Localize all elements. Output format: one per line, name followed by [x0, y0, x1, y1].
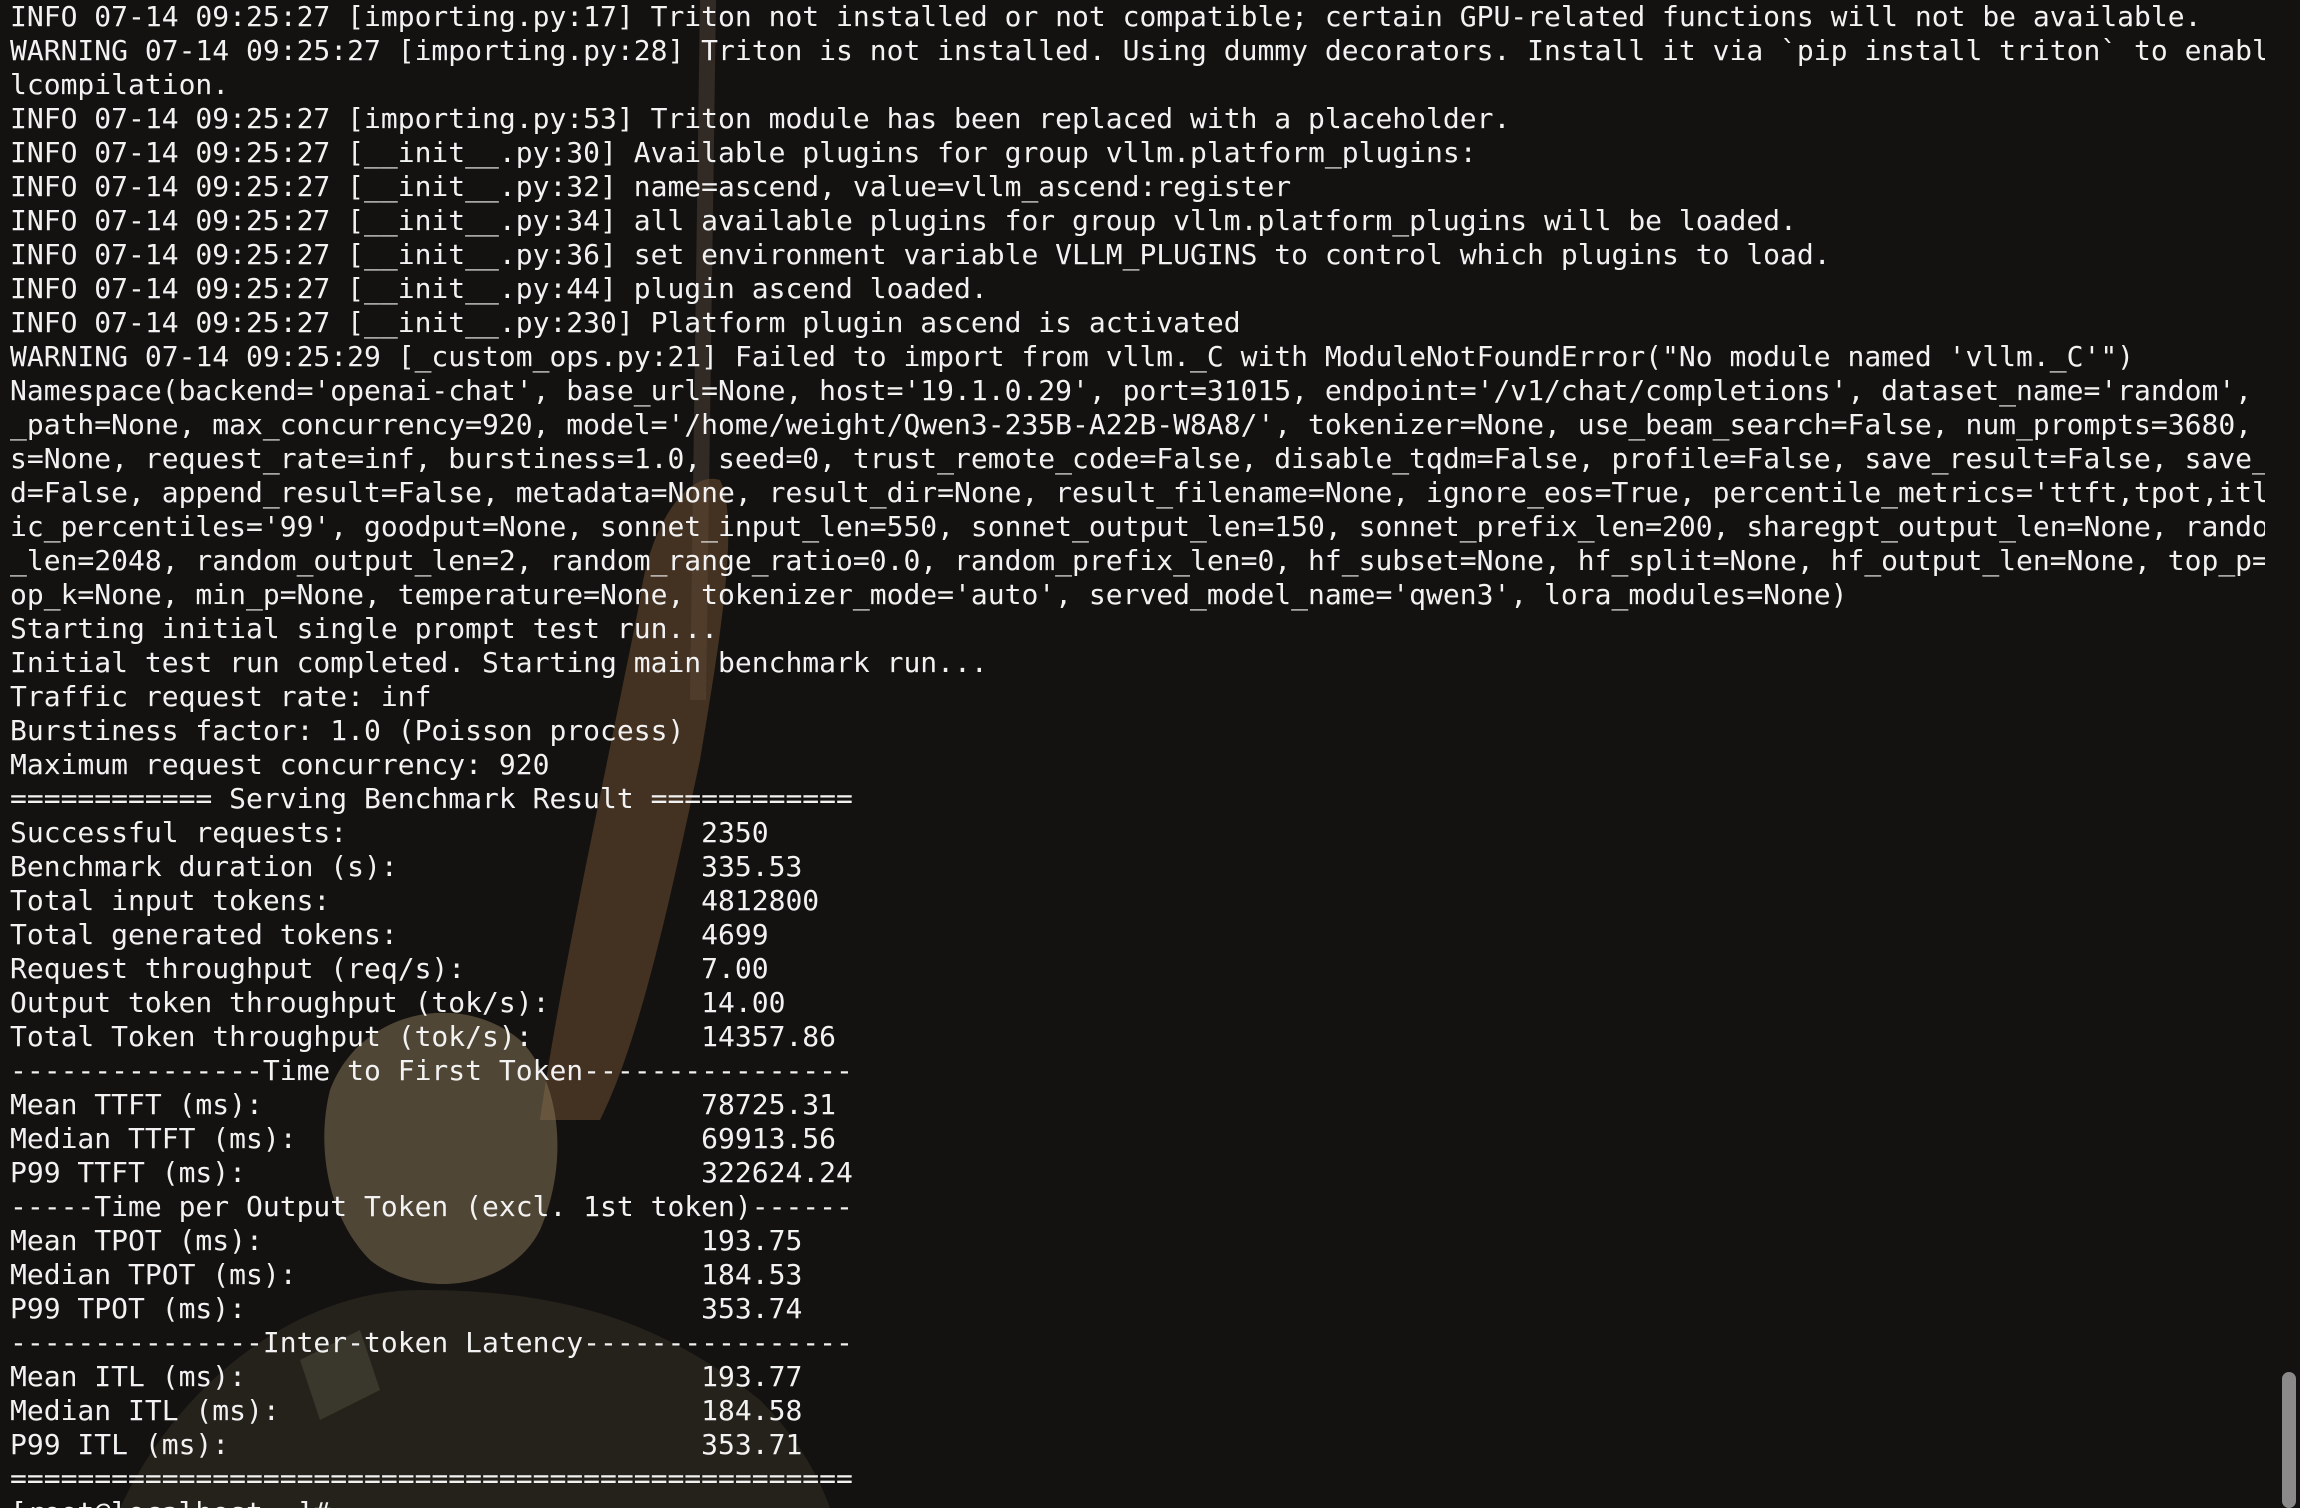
- terminal-line: WARNING 07-14 09:25:27 [importing.py:28]…: [10, 34, 2265, 67]
- terminal-line: INFO 07-14 09:25:27 [__init__.py:36] set…: [10, 238, 1831, 271]
- terminal-line: Maximum request concurrency: 920: [10, 748, 550, 781]
- terminal-line: [root@localhost ~]#: [10, 1496, 2265, 1508]
- terminal-line: P99 ITL (ms): 353.71: [10, 1428, 803, 1461]
- terminal-line: Request throughput (req/s): 7.00: [10, 952, 769, 985]
- terminal-line: Initial test run completed. Starting mai…: [10, 646, 988, 679]
- terminal-line: Median TPOT (ms): 184.53: [10, 1258, 803, 1291]
- terminal-line: INFO 07-14 09:25:27 [importing.py:17] Tr…: [10, 0, 2202, 33]
- terminal-line: Median TTFT (ms): 69913.56: [10, 1122, 837, 1155]
- terminal-line: INFO 07-14 09:25:27 [__init__.py:230] Pl…: [10, 306, 1241, 339]
- terminal-line: P99 TTFT (ms): 322624.24: [10, 1156, 853, 1189]
- terminal-line: INFO 07-14 09:25:27 [__init__.py:30] Ava…: [10, 136, 1477, 169]
- terminal-line: op_k=None, min_p=None, temperature=None,…: [10, 578, 1848, 611]
- terminal-line: WARNING 07-14 09:25:29 [_custom_ops.py:2…: [10, 340, 2135, 373]
- terminal-line: P99 TPOT (ms): 353.74: [10, 1292, 803, 1325]
- terminal-line: s=None, request_rate=inf, burstiness=1.0…: [10, 442, 2265, 475]
- scrollbar[interactable]: [2280, 0, 2300, 1508]
- terminal-line: _len=2048, random_output_len=2, random_r…: [10, 544, 2265, 577]
- terminal-line: ---------------Time to First Token------…: [10, 1054, 853, 1087]
- terminal-line: _path=None, max_concurrency=920, model='…: [10, 408, 2265, 441]
- terminal-line: Mean ITL (ms): 193.77: [10, 1360, 803, 1393]
- terminal-line: Traffic request rate: inf: [10, 680, 432, 713]
- terminal-line: INFO 07-14 09:25:27 [__init__.py:34] all…: [10, 204, 1797, 237]
- scrollbar-thumb[interactable]: [2282, 1372, 2296, 1508]
- terminal-line: ---------------Inter-token Latency------…: [10, 1326, 853, 1359]
- terminal-line: Mean TTFT (ms): 78725.31: [10, 1088, 837, 1121]
- terminal-line: Successful requests: 2350: [10, 816, 769, 849]
- terminal-line: d=False, append_result=False, metadata=N…: [10, 476, 2265, 509]
- terminal-line: Total input tokens: 4812800: [10, 884, 820, 917]
- terminal-line: Burstiness factor: 1.0 (Poisson process): [10, 714, 685, 747]
- terminal-line: Output token throughput (tok/s): 14.00: [10, 986, 786, 1019]
- terminal-line: Total generated tokens: 4699: [10, 918, 769, 951]
- terminal-line: Starting initial single prompt test run.…: [10, 612, 719, 645]
- terminal-output[interactable]: INFO 07-14 09:25:27 [importing.py:17] Tr…: [10, 0, 2265, 1508]
- terminal-line: lcompilation.: [10, 68, 230, 101]
- terminal-line: -----Time per Output Token (excl. 1st to…: [10, 1190, 853, 1223]
- terminal-line: Total Token throughput (tok/s): 14357.86: [10, 1020, 837, 1053]
- terminal-line: ============ Serving Benchmark Result ==…: [10, 782, 853, 815]
- terminal-line: Namespace(backend='openai-chat', base_ur…: [10, 374, 2265, 407]
- terminal-line: Benchmark duration (s): 335.53: [10, 850, 803, 883]
- terminal-line: ========================================…: [10, 1462, 853, 1495]
- terminal-line: Mean TPOT (ms): 193.75: [10, 1224, 803, 1257]
- terminal-line: INFO 07-14 09:25:27 [__init__.py:44] plu…: [10, 272, 988, 305]
- terminal-line: INFO 07-14 09:25:27 [__init__.py:32] nam…: [10, 170, 1292, 203]
- terminal-line: INFO 07-14 09:25:27 [importing.py:53] Tr…: [10, 102, 1511, 135]
- terminal-line: Median ITL (ms): 184.58: [10, 1394, 803, 1427]
- terminal-line: ic_percentiles='99', goodput=None, sonne…: [10, 510, 2265, 543]
